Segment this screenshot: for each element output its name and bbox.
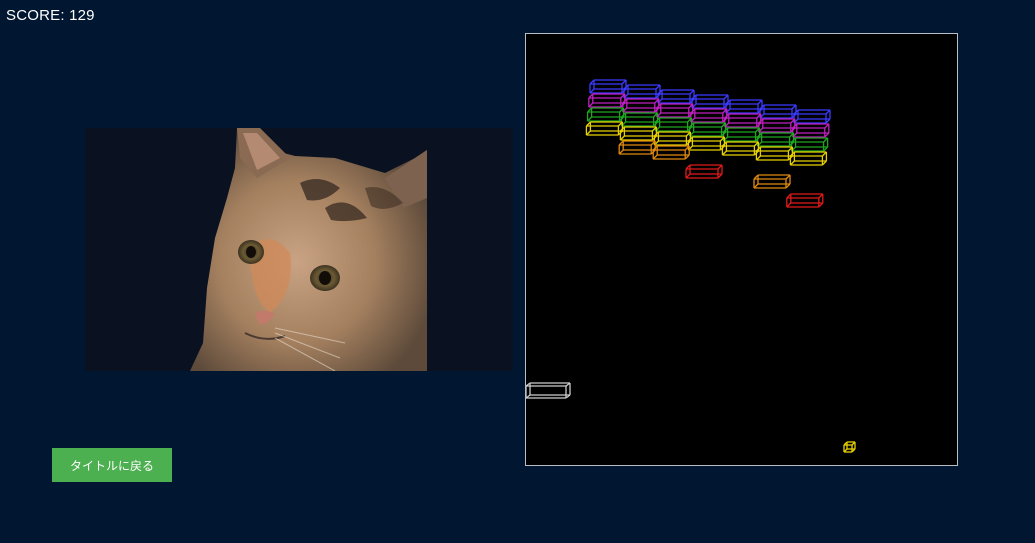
paddle-shape <box>526 382 571 399</box>
brick <box>656 103 694 118</box>
game-page: SCORE: 129 タイトルに戻る <box>0 0 1035 543</box>
brick <box>623 84 661 99</box>
brick <box>687 136 726 151</box>
brick <box>653 131 692 146</box>
brick <box>758 118 796 133</box>
brick <box>691 94 729 109</box>
brick <box>690 108 728 123</box>
brick <box>756 132 795 147</box>
brick <box>585 121 624 136</box>
brick <box>722 127 761 142</box>
brick <box>792 123 830 138</box>
brick <box>790 137 829 152</box>
game-canvas[interactable] <box>525 33 958 466</box>
brick <box>586 107 625 122</box>
brick <box>685 164 723 179</box>
brick <box>759 104 797 119</box>
brick <box>619 126 658 141</box>
brick <box>657 89 695 104</box>
webcam-feed <box>85 128 513 371</box>
bricks-layer <box>585 79 831 208</box>
brick <box>654 117 693 132</box>
brick <box>618 140 656 155</box>
game-scene <box>526 79 856 453</box>
brick <box>753 174 791 189</box>
ball <box>843 441 856 453</box>
brick <box>652 145 690 160</box>
brick <box>724 113 762 128</box>
brick <box>688 122 727 137</box>
brick <box>589 79 627 94</box>
brick <box>755 146 794 161</box>
brick <box>588 93 626 108</box>
score-value: 129 <box>69 7 95 24</box>
ball-shape <box>843 441 856 453</box>
brick <box>789 151 828 166</box>
brick <box>620 112 659 127</box>
paddle <box>526 382 571 399</box>
brick <box>622 98 660 113</box>
brick <box>725 99 763 114</box>
brick <box>721 141 760 156</box>
brick <box>786 193 824 208</box>
back-to-title-button[interactable]: タイトルに戻る <box>52 448 172 482</box>
cat-face-image <box>85 128 513 371</box>
score-display: SCORE: 129 <box>6 7 95 24</box>
score-label: SCORE: <box>6 7 65 24</box>
brick <box>793 109 831 124</box>
